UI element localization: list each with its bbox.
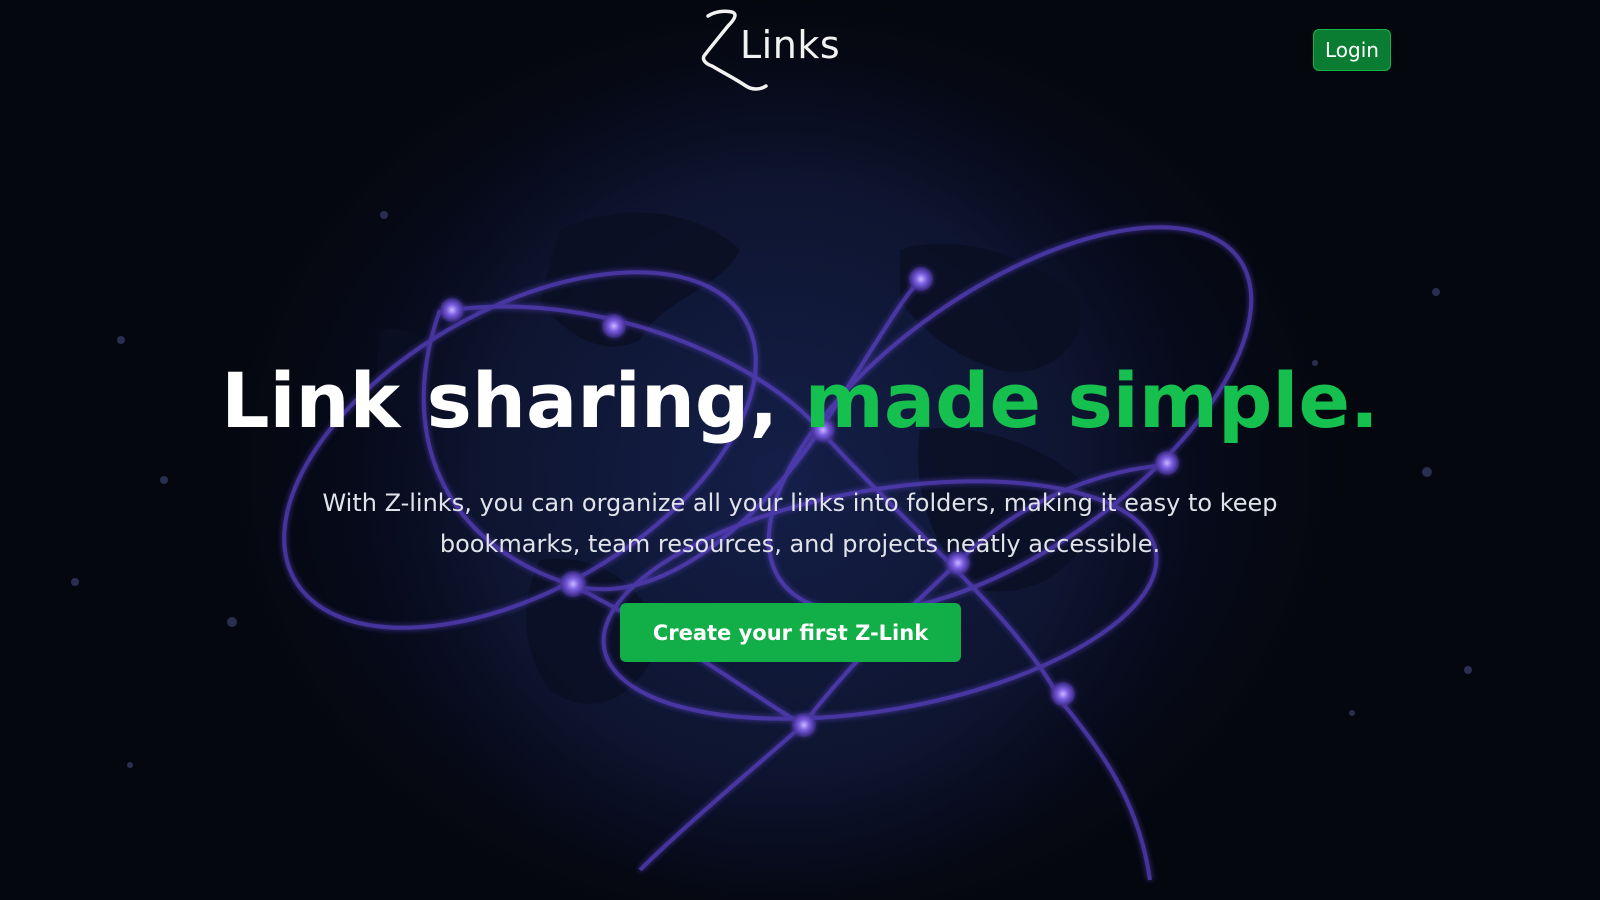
login-button[interactable]: Login [1313, 29, 1391, 71]
header: Links Login [0, 0, 1600, 100]
create-first-zlink-button[interactable]: Create your first Z-Link [620, 603, 961, 662]
hero-section: Link sharing, made simple. With Z-links,… [0, 355, 1600, 565]
headline-accent: made simple. [804, 356, 1379, 445]
headline-main: Link sharing, [221, 356, 805, 445]
logo-text: Links [740, 23, 841, 67]
logo[interactable]: Links [700, 8, 850, 92]
hero-headline: Link sharing, made simple. [0, 355, 1600, 447]
hero-description: With Z-links, you can organize all your … [322, 489, 1278, 558]
landing-page: Links Login Link sharing, made simple. W… [0, 0, 1600, 900]
